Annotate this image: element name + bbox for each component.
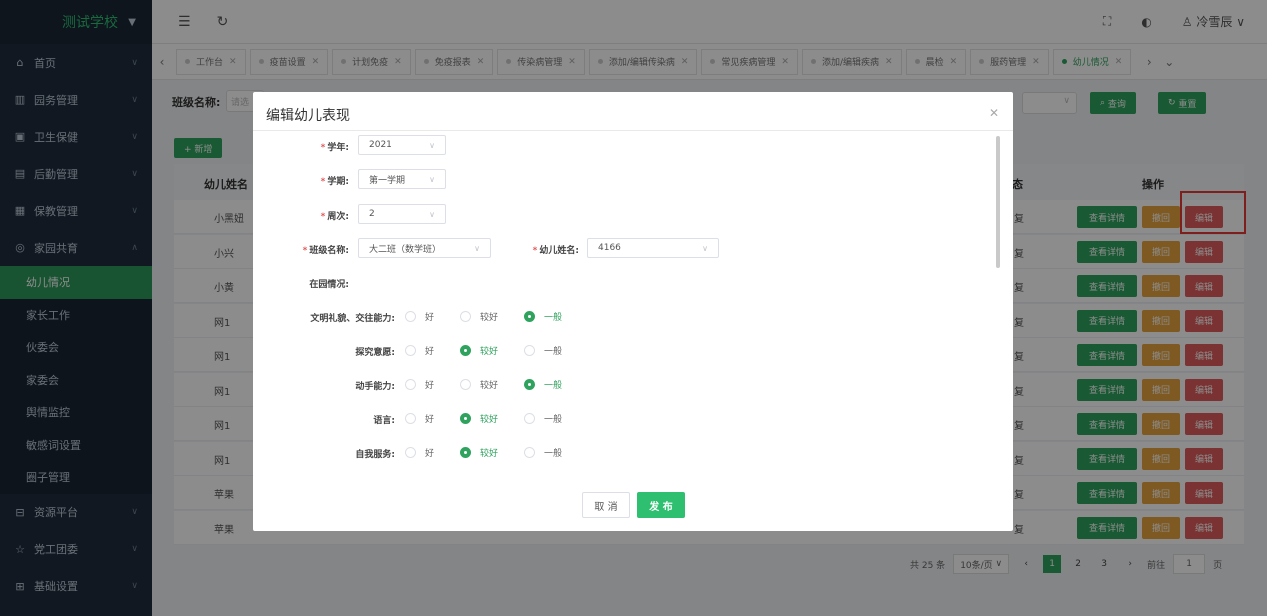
criterion-label: 自我服务: (355, 450, 395, 460)
radio-circle (405, 345, 416, 356)
radio-option[interactable]: 较好 (460, 412, 498, 425)
criterion-label: 探究意愿: (355, 348, 395, 358)
criterion-radio-group: 好 较好 一般 (405, 344, 588, 357)
term-select[interactable]: 第一学期 ∨ (358, 169, 446, 189)
radio-option[interactable]: 较好 (460, 344, 498, 357)
week-select[interactable]: 2 ∨ (358, 204, 446, 224)
edit-dialog: 编辑幼儿表现 ✕ * 学年: 2021 ∨ * 学期: 第一学期 ∨ * 周次: 2 ∨ *… (253, 92, 1013, 531)
radio-option[interactable]: 好 (405, 344, 434, 357)
dialog-scrollbar[interactable] (996, 136, 1000, 268)
chevron-down-icon: ∨ (429, 209, 435, 219)
radio-option[interactable]: 一般 (524, 310, 562, 323)
radio-circle (405, 379, 416, 390)
radio-option[interactable]: 一般 (524, 378, 562, 391)
chevron-down-icon: ∨ (702, 243, 708, 253)
radio-circle (460, 345, 472, 356)
radio-circle (460, 311, 472, 322)
radio-option[interactable]: 好 (405, 446, 434, 459)
radio-option[interactable]: 一般 (524, 412, 562, 425)
class-label: * 班级名称: (302, 246, 349, 256)
year-select[interactable]: 2021 ∨ (358, 135, 446, 155)
criterion-label: 动手能力: (355, 382, 395, 392)
week-label: * 周次: (320, 212, 349, 222)
radio-circle (405, 311, 416, 322)
radio-circle (524, 413, 536, 424)
radio-circle (460, 413, 472, 424)
radio-circle (460, 447, 472, 458)
radio-option[interactable]: 好 (405, 310, 434, 323)
criterion-label: 文明礼貌、交往能力: (310, 314, 395, 324)
radio-circle (460, 379, 472, 390)
criterion-radio-group: 好 较好 一般 (405, 310, 588, 323)
radio-option[interactable]: 一般 (524, 344, 562, 357)
year-label: * 学年: (320, 143, 349, 153)
criterion-radio-group: 好 较好 一般 (405, 378, 588, 391)
publish-button[interactable]: 发 布 (637, 492, 685, 518)
radio-circle (524, 311, 536, 322)
radio-option[interactable]: 较好 (460, 446, 498, 459)
chevron-down-icon: ∨ (429, 140, 435, 150)
close-icon[interactable]: ✕ (989, 106, 999, 120)
chevron-down-icon: ∨ (474, 243, 480, 253)
radio-circle (524, 345, 536, 356)
term-label: * 学期: (320, 177, 349, 187)
radio-circle (405, 447, 416, 458)
criterion-radio-group: 好 较好 一般 (405, 446, 588, 459)
radio-circle (405, 413, 416, 424)
dialog-divider (253, 130, 1013, 131)
cancel-button[interactable]: 取 消 (582, 492, 630, 518)
child-name-select[interactable]: 4166 ∨ (587, 238, 719, 258)
criterion-label: 语言: (373, 416, 395, 426)
chevron-down-icon: ∨ (429, 174, 435, 184)
radio-option[interactable]: 好 (405, 378, 434, 391)
radio-circle (524, 447, 536, 458)
dialog-title: 编辑幼儿表现 (266, 108, 350, 124)
child-name-label: * 幼儿姓名: (532, 246, 579, 256)
radio-option[interactable]: 较好 (460, 378, 498, 391)
radio-circle (524, 379, 536, 390)
radio-option[interactable]: 好 (405, 412, 434, 425)
criterion-radio-group: 好 较好 一般 (405, 412, 588, 425)
radio-option[interactable]: 一般 (524, 446, 562, 459)
radio-option[interactable]: 较好 (460, 310, 498, 323)
section-label: 在园情况: (309, 280, 349, 290)
class-select[interactable]: 大二班（数学班） ∨ (358, 238, 491, 258)
